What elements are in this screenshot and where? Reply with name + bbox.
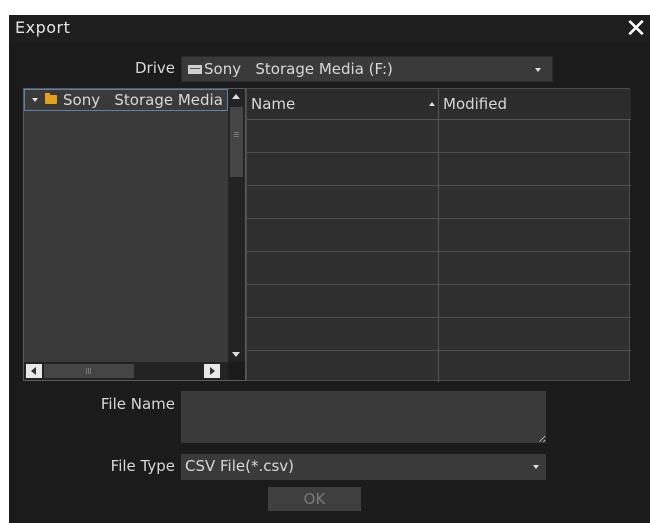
drive-label: Drive bbox=[135, 59, 175, 77]
tree-horizontal-scrollbar[interactable] bbox=[24, 362, 228, 380]
export-dialog: Export ✕ Drive Sony Storage Media (F:) S… bbox=[0, 0, 650, 523]
scroll-right-button[interactable] bbox=[204, 364, 220, 378]
tree-vertical-scrollbar[interactable] bbox=[228, 89, 245, 362]
grip-line bbox=[234, 132, 239, 133]
file-list[interactable]: Name Modified bbox=[246, 88, 631, 382]
table-row-separator bbox=[247, 284, 631, 285]
tree-vscroll-thumb[interactable] bbox=[230, 107, 243, 177]
file-type-value: CSV File(*.csv) bbox=[185, 457, 295, 475]
column-divider[interactable] bbox=[438, 89, 439, 382]
scroll-right-icon bbox=[210, 367, 215, 375]
scroll-up-icon[interactable] bbox=[232, 94, 240, 99]
table-row-separator bbox=[247, 185, 631, 186]
dialog-title: Export bbox=[15, 18, 71, 37]
close-icon[interactable]: ✕ bbox=[622, 15, 650, 43]
file-type-select[interactable]: CSV File(*.csv) bbox=[181, 454, 546, 480]
grip-line bbox=[90, 368, 91, 374]
scrollbar-corner bbox=[228, 362, 245, 380]
file-list-header: Name Modified bbox=[247, 89, 631, 120]
tree-item-storage[interactable]: Sony Storage Media (F:) bbox=[24, 89, 228, 111]
drive-value: Sony Storage Media (F:) bbox=[204, 60, 393, 78]
file-name-label: File Name bbox=[100, 395, 175, 413]
table-row-separator bbox=[247, 218, 631, 219]
chevron-down-icon bbox=[533, 465, 539, 469]
tree-hscroll-thumb[interactable] bbox=[44, 364, 134, 378]
table-row-separator bbox=[247, 317, 631, 318]
scroll-left-button[interactable] bbox=[26, 364, 42, 378]
file-type-label: File Type bbox=[110, 457, 175, 475]
table-row-separator bbox=[247, 152, 631, 153]
expand-icon[interactable] bbox=[32, 98, 38, 102]
drive-icon bbox=[188, 65, 202, 74]
grip-line bbox=[88, 368, 89, 374]
scroll-left-icon bbox=[31, 367, 36, 375]
chevron-down-icon bbox=[535, 68, 541, 72]
folder-icon bbox=[45, 93, 57, 104]
grip-line bbox=[234, 134, 239, 135]
sort-ascending-icon bbox=[429, 102, 435, 106]
grip-line bbox=[86, 368, 87, 374]
file-name-input[interactable] bbox=[181, 391, 546, 443]
tree-item-label: Sony Storage Media (F:) bbox=[63, 91, 223, 109]
folder-tree[interactable]: Sony Storage Media (F:) bbox=[23, 88, 246, 381]
grip-line bbox=[234, 136, 239, 137]
drive-select[interactable]: Sony Storage Media (F:) bbox=[181, 56, 553, 82]
column-header-name[interactable]: Name bbox=[251, 95, 295, 113]
table-row-separator bbox=[247, 350, 631, 351]
scroll-down-icon[interactable] bbox=[232, 352, 240, 357]
title-bar: Export ✕ bbox=[9, 15, 650, 43]
dialog-body: Drive Sony Storage Media (F:) Sony Stora… bbox=[9, 43, 650, 523]
column-header-modified[interactable]: Modified bbox=[443, 95, 507, 113]
ok-button[interactable]: OK bbox=[268, 487, 361, 511]
table-row-separator bbox=[247, 251, 631, 252]
